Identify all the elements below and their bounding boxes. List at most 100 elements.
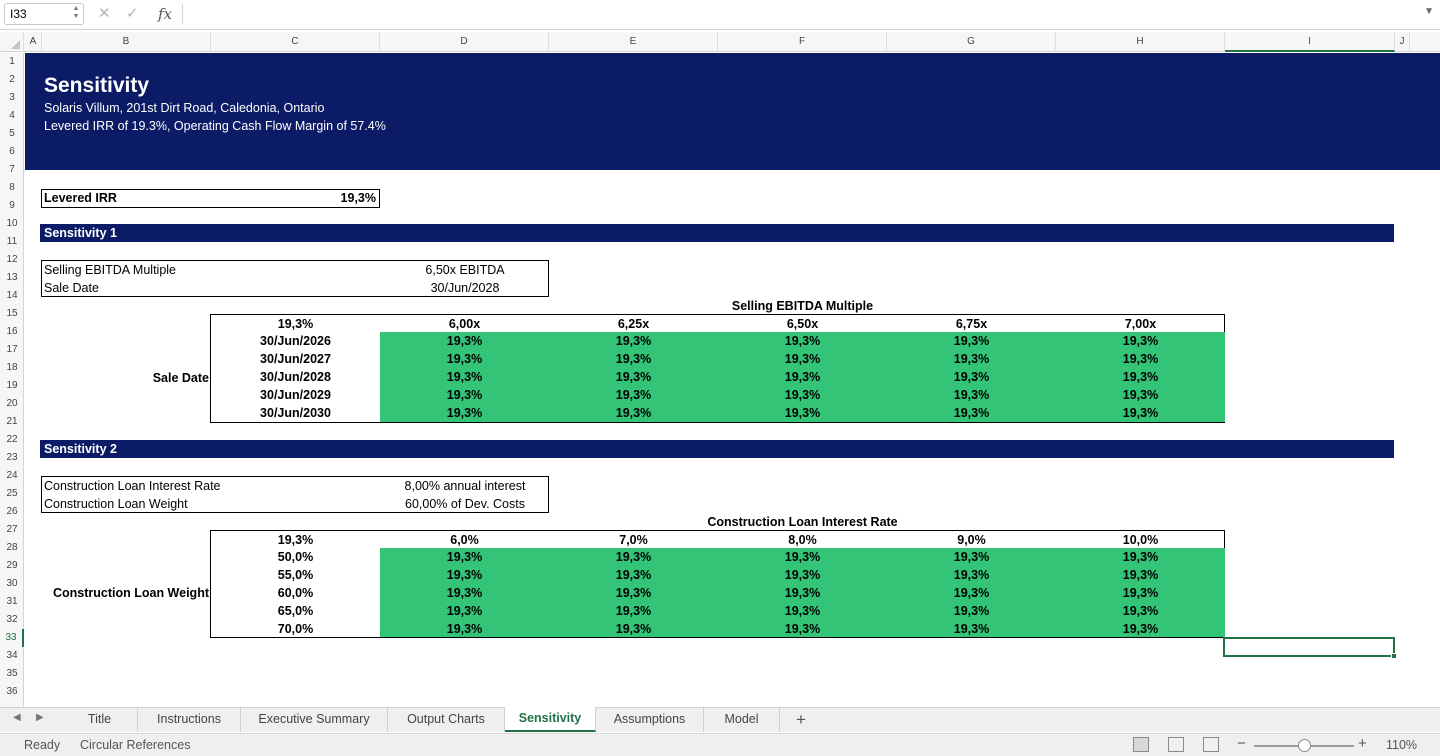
row-value[interactable]: 60,0% (211, 584, 380, 602)
sensitivity-1-corner-value[interactable]: 19,3% (211, 315, 380, 333)
row-header-25[interactable]: 25 (0, 485, 24, 503)
result-cell[interactable]: 19,3% (887, 332, 1056, 350)
row-header-20[interactable]: 20 (0, 395, 24, 413)
result-cell[interactable]: 19,3% (1056, 404, 1225, 422)
result-cell[interactable]: 19,3% (380, 332, 549, 350)
row-header-34[interactable]: 34 (0, 647, 24, 665)
result-cell[interactable]: 19,3% (718, 350, 887, 368)
row-header-11[interactable]: 11 (0, 233, 24, 251)
row-header-36[interactable]: 36 (0, 683, 24, 701)
active-cell-selection[interactable] (1223, 637, 1397, 659)
column-value[interactable]: 6,25x (549, 315, 718, 333)
result-cell[interactable]: 19,3% (1056, 566, 1225, 584)
result-cell[interactable]: 19,3% (549, 602, 718, 620)
row-header-24[interactable]: 24 (0, 467, 24, 485)
row-header-14[interactable]: 14 (0, 287, 24, 305)
row-header-13[interactable]: 13 (0, 269, 24, 287)
row-header-28[interactable]: 28 (0, 539, 24, 557)
name-box[interactable]: I33 ▲ ▼ (4, 3, 84, 25)
result-cell[interactable]: 19,3% (549, 620, 718, 638)
result-cell[interactable]: 19,3% (380, 584, 549, 602)
row-header-1[interactable]: 1 (0, 53, 24, 71)
input-value-loan-rate[interactable]: 8,00% annual interest (380, 477, 550, 495)
result-cell[interactable]: 19,3% (380, 368, 549, 386)
row-header-10[interactable]: 10 (0, 215, 24, 233)
result-cell[interactable]: 19,3% (380, 620, 549, 638)
add-sheet-button[interactable]: + (786, 708, 816, 732)
row-value[interactable]: 50,0% (211, 548, 380, 566)
zoom-level[interactable]: 110% (1386, 738, 1417, 752)
column-header-i[interactable]: I (1225, 32, 1395, 52)
column-header-j[interactable]: J (1395, 32, 1410, 52)
result-cell[interactable]: 19,3% (887, 602, 1056, 620)
row-value[interactable]: 70,0% (211, 620, 380, 638)
result-cell[interactable]: 19,3% (380, 602, 549, 620)
result-cell[interactable]: 19,3% (887, 386, 1056, 404)
result-cell[interactable]: 19,3% (380, 566, 549, 584)
tab-assumptions[interactable]: Assumptions (596, 708, 704, 732)
result-cell[interactable]: 19,3% (718, 404, 887, 422)
cell-grid[interactable]: Sensitivity Solaris Villum, 201st Dirt R… (25, 53, 1440, 708)
name-box-stepper-icon[interactable]: ▲ ▼ (72, 5, 80, 23)
input-value-sale-date[interactable]: 30/Jun/2028 (380, 279, 550, 297)
cancel-icon[interactable]: ✕ (98, 4, 111, 24)
result-cell[interactable]: 19,3% (1056, 368, 1225, 386)
result-cell[interactable]: 19,3% (887, 404, 1056, 422)
select-all-button[interactable] (0, 32, 24, 52)
result-cell[interactable]: 19,3% (887, 368, 1056, 386)
zoom-in-icon[interactable]: + (1358, 735, 1367, 752)
row-value[interactable]: 65,0% (211, 602, 380, 620)
row-header-26[interactable]: 26 (0, 503, 24, 521)
row-header-19[interactable]: 19 (0, 377, 24, 395)
page-layout-view-icon[interactable] (1168, 737, 1184, 752)
status-circular-references[interactable]: Circular References (80, 738, 190, 752)
row-header-18[interactable]: 18 (0, 359, 24, 377)
column-header-f[interactable]: F (718, 32, 887, 52)
result-cell[interactable]: 19,3% (549, 368, 718, 386)
row-header-8[interactable]: 8 (0, 179, 24, 197)
column-header-a[interactable]: A (25, 32, 42, 52)
result-cell[interactable]: 19,3% (549, 584, 718, 602)
fill-handle[interactable] (1391, 653, 1397, 659)
result-cell[interactable]: 19,3% (380, 350, 549, 368)
result-cell[interactable]: 19,3% (549, 566, 718, 584)
row-value[interactable]: 30/Jun/2026 (211, 332, 380, 350)
column-header-e[interactable]: E (549, 32, 718, 52)
tab-executive-summary[interactable]: Executive Summary (241, 708, 388, 732)
function-icon[interactable]: fx (158, 4, 172, 24)
row-value[interactable]: 55,0% (211, 566, 380, 584)
column-value[interactable]: 6,75x (887, 315, 1056, 333)
result-cell[interactable]: 19,3% (887, 350, 1056, 368)
result-cell[interactable]: 19,3% (718, 548, 887, 566)
row-header-23[interactable]: 23 (0, 449, 24, 467)
row-header-5[interactable]: 5 (0, 125, 24, 143)
result-cell[interactable]: 19,3% (380, 404, 549, 422)
formula-input[interactable] (186, 4, 1416, 24)
column-value[interactable]: 8,0% (718, 531, 887, 549)
result-cell[interactable]: 19,3% (549, 350, 718, 368)
result-cell[interactable]: 19,3% (718, 332, 887, 350)
zoom-out-icon[interactable]: − (1237, 735, 1246, 752)
tab-model[interactable]: Model (704, 708, 780, 732)
result-cell[interactable]: 19,3% (718, 386, 887, 404)
result-cell[interactable]: 19,3% (718, 620, 887, 638)
result-cell[interactable]: 19,3% (549, 332, 718, 350)
result-cell[interactable]: 19,3% (549, 404, 718, 422)
column-value[interactable]: 6,50x (718, 315, 887, 333)
row-header-16[interactable]: 16 (0, 323, 24, 341)
levered-irr-value[interactable]: 19,3% (275, 189, 376, 207)
sensitivity-2-corner-value[interactable]: 19,3% (211, 531, 380, 549)
result-cell[interactable]: 19,3% (1056, 602, 1225, 620)
input-value-loan-weight[interactable]: 60,00% of Dev. Costs (380, 495, 550, 513)
row-header-7[interactable]: 7 (0, 161, 24, 179)
row-header-27[interactable]: 27 (0, 521, 24, 539)
row-header-31[interactable]: 31 (0, 593, 24, 611)
row-header-3[interactable]: 3 (0, 89, 24, 107)
chevron-down-icon[interactable]: ▼ (1424, 6, 1434, 17)
row-header-30[interactable]: 30 (0, 575, 24, 593)
result-cell[interactable]: 19,3% (549, 548, 718, 566)
column-header-g[interactable]: G (887, 32, 1056, 52)
row-value[interactable]: 30/Jun/2028 (211, 368, 380, 386)
column-header-b[interactable]: B (42, 32, 211, 52)
column-header-d[interactable]: D (380, 32, 549, 52)
